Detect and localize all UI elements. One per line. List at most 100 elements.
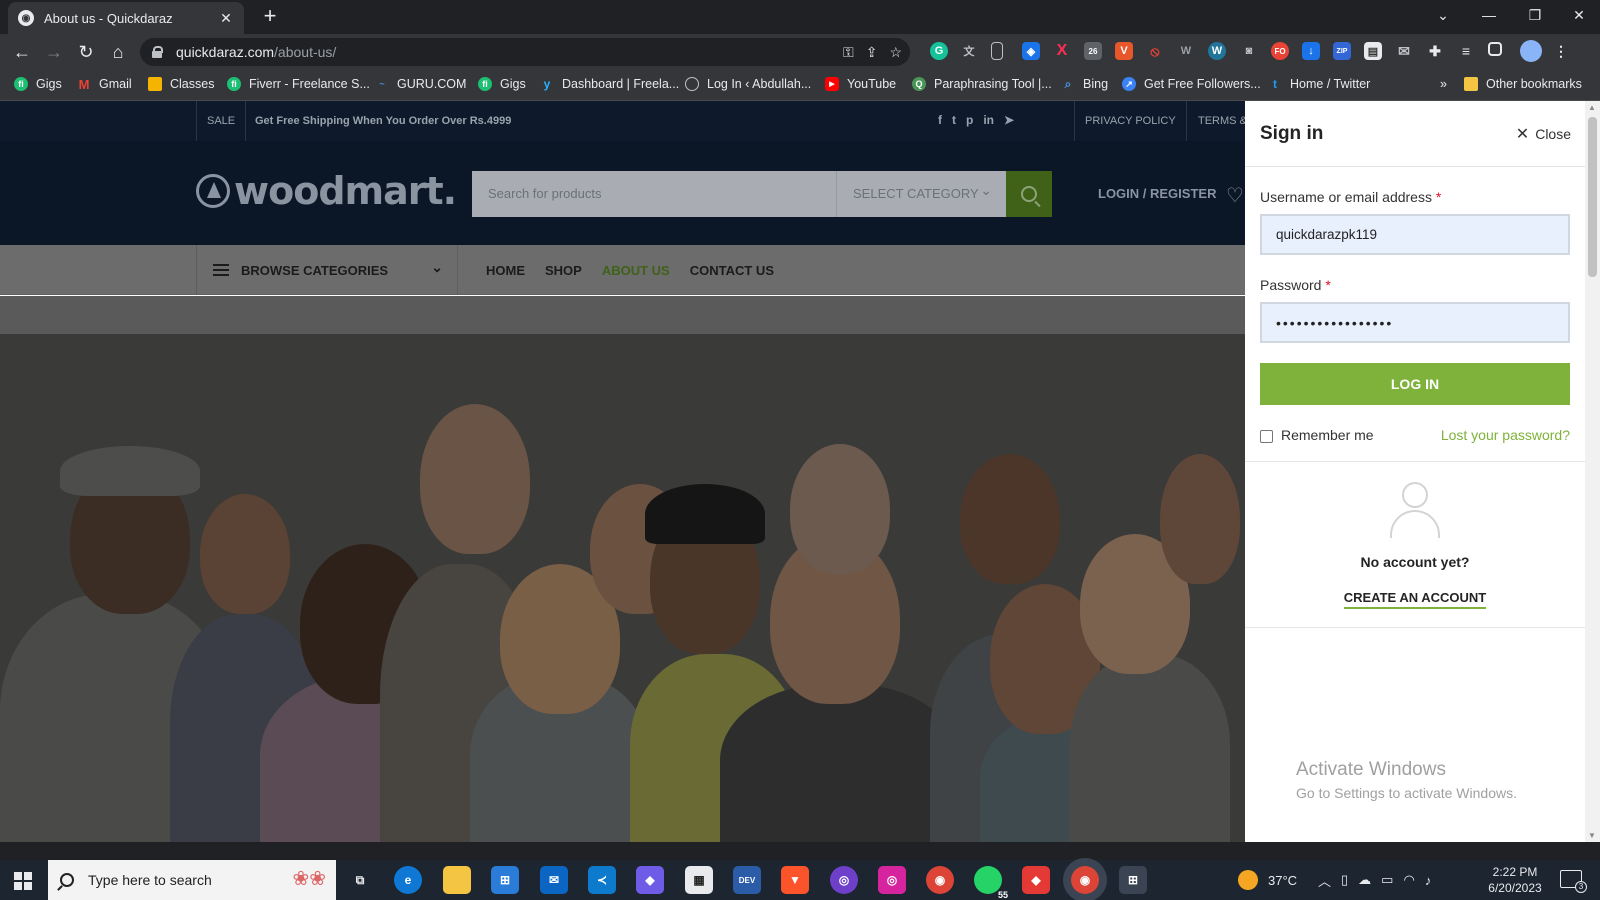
badge-extension-icon[interactable]: 26 xyxy=(1084,42,1102,60)
whatsapp-icon[interactable]: 55 xyxy=(974,866,1010,900)
anydesk-icon[interactable]: ◆ xyxy=(1022,866,1050,894)
device-icon[interactable]: ▯ xyxy=(1341,872,1348,888)
bookmark-gigs[interactable]: fi Gigs xyxy=(14,77,62,91)
block-extension-icon[interactable]: ⦸ xyxy=(1146,42,1164,60)
github-icon[interactable]: ◎ xyxy=(830,866,858,894)
lock-icon[interactable] xyxy=(152,46,163,58)
search-input[interactable]: Search for products xyxy=(472,171,836,217)
bookmark-youtube[interactable]: ▶ YouTube xyxy=(825,77,896,91)
bookmark-bing[interactable]: ⌕ Bing xyxy=(1061,77,1108,92)
grammarly-extension-icon[interactable]: G xyxy=(930,42,948,60)
file-explorer-icon[interactable] xyxy=(443,866,471,894)
menu-about-us[interactable]: ABOUT US xyxy=(602,263,670,278)
tab-close-icon[interactable]: ✕ xyxy=(218,10,234,27)
bookmark-followers[interactable]: ↗ Get Free Followers... xyxy=(1122,77,1261,91)
brave-icon[interactable]: ▼ xyxy=(781,866,809,894)
mail-icon[interactable]: ✉ xyxy=(540,866,568,894)
privacy-policy-link[interactable]: PRIVACY POLICY xyxy=(1074,101,1187,141)
telegram-icon[interactable]: ➤ xyxy=(1004,113,1014,127)
scroll-up-arrow-icon[interactable]: ▲ xyxy=(1588,103,1596,112)
chrome-active-icon[interactable]: ◉ xyxy=(1071,866,1099,894)
edge-icon[interactable]: e xyxy=(394,866,422,894)
linkedin-icon[interactable]: in xyxy=(983,113,994,127)
windows-start-icon[interactable] xyxy=(14,872,32,890)
scroll-down-arrow-icon[interactable]: ▼ xyxy=(1588,831,1596,840)
profile-avatar[interactable] xyxy=(1520,40,1542,62)
key-icon[interactable]: ⚿ xyxy=(843,44,854,61)
ve-extension-icon[interactable]: V xyxy=(1115,42,1133,60)
address-bar[interactable]: quickdaraz.com /about-us/ ⚿ ⇪ ☆ xyxy=(140,38,910,66)
app-icon[interactable]: ◆ xyxy=(636,866,664,894)
remember-me-checkbox[interactable] xyxy=(1260,429,1273,443)
phone-extension-icon[interactable] xyxy=(991,42,1003,60)
zip-extension-icon[interactable]: ZIP xyxy=(1333,42,1351,60)
battery-icon[interactable]: ▭ xyxy=(1381,872,1393,888)
bookmark-paraphrasing[interactable]: Q Paraphrasing Tool |... xyxy=(912,77,1052,91)
instagram-icon[interactable]: ◎ xyxy=(878,866,906,894)
bookmark-star-icon[interactable]: ☆ xyxy=(889,44,902,61)
tray-chevron-up-icon[interactable]: ︿ xyxy=(1318,871,1331,890)
wordpress-extension-icon[interactable]: W xyxy=(1208,42,1226,60)
cloud-icon[interactable]: ☁ xyxy=(1358,872,1371,888)
new-tab-button[interactable]: + xyxy=(258,5,282,29)
x-extension-icon[interactable]: X xyxy=(1053,42,1071,60)
password-field[interactable]: ••••••••••••••••• xyxy=(1260,302,1570,343)
bookmark-login-abdullah[interactable]: Log In ‹ Abdullah... xyxy=(685,77,811,91)
clock[interactable]: 2:22 PM 6/20/2023 xyxy=(1480,864,1550,896)
remember-me[interactable]: Remember me xyxy=(1260,427,1374,443)
mail-extension-icon[interactable]: ✉ xyxy=(1395,42,1413,60)
vscode-icon[interactable]: ≺ xyxy=(588,866,616,894)
browse-categories-button[interactable]: BROWSE CATEGORIES ⌄ xyxy=(196,245,458,295)
minimize-button[interactable]: — xyxy=(1466,0,1512,30)
fo-extension-icon[interactable]: FO xyxy=(1271,42,1289,60)
notes-extension-icon[interactable]: ▤ xyxy=(1364,42,1382,60)
bookmarks-overflow-icon[interactable]: » xyxy=(1440,77,1447,91)
wishlist-heart-icon[interactable]: ♡ xyxy=(1226,183,1244,208)
microsoft-store-icon[interactable]: ⊞ xyxy=(491,866,519,894)
login-register-link[interactable]: LOGIN / REGISTER xyxy=(1098,186,1216,201)
pinterest-icon[interactable]: p xyxy=(966,113,973,127)
bookmark-classes[interactable]: Classes xyxy=(148,77,214,91)
reload-icon[interactable]: ↻ xyxy=(74,40,98,64)
site-logo[interactable]: woodmart. xyxy=(196,169,457,213)
category-select[interactable]: SELECT CATEGORY xyxy=(836,167,1006,217)
bookmark-fiverr[interactable]: fi Fiverr - Freelance S... xyxy=(227,77,370,91)
volume-icon[interactable]: ♪ xyxy=(1425,873,1432,888)
network-app-icon[interactable]: ⊞ xyxy=(1119,866,1147,894)
extensions-puzzle-icon[interactable]: ✚ xyxy=(1426,42,1444,60)
login-button[interactable]: LOG IN xyxy=(1260,363,1570,405)
create-account-link[interactable]: CREATE AN ACCOUNT xyxy=(1343,590,1487,609)
taskbar-search[interactable]: Type here to search ❀❀ xyxy=(48,860,336,900)
bookmark-gmail[interactable]: M Gmail xyxy=(77,77,132,92)
chrome-menu-icon[interactable]: ⋮ xyxy=(1552,42,1570,60)
camera-extension-icon[interactable]: ◙ xyxy=(1240,42,1258,60)
notification-center-icon[interactable]: 3 xyxy=(1560,870,1587,893)
reading-list-icon[interactable]: ≡ xyxy=(1457,42,1475,60)
menu-shop[interactable]: SHOP xyxy=(545,263,582,278)
task-view-icon[interactable]: ⧉ xyxy=(346,866,374,894)
username-field[interactable]: quickdarazpk119 xyxy=(1260,214,1570,255)
back-arrow-icon[interactable]: ← xyxy=(10,40,34,64)
dev-icon[interactable]: DEV xyxy=(733,866,761,894)
twitter-icon[interactable]: t xyxy=(952,113,956,127)
game-icon[interactable]: ▦ xyxy=(685,866,713,894)
wifi-icon[interactable]: ◠ xyxy=(1403,872,1414,888)
shield-extension-icon[interactable]: ◈ xyxy=(1022,42,1040,60)
search-button[interactable] xyxy=(1006,171,1052,217)
bookmark-gigs-2[interactable]: fi Gigs xyxy=(478,77,526,91)
tab-search-chevron-icon[interactable]: ⌄ xyxy=(1420,0,1466,30)
home-icon[interactable]: ⌂ xyxy=(106,40,130,64)
bookmark-twitter[interactable]: t Home / Twitter xyxy=(1268,77,1370,91)
share-icon[interactable]: ⇪ xyxy=(866,44,878,61)
menu-home[interactable]: HOME xyxy=(486,263,525,278)
side-panel-icon[interactable] xyxy=(1488,42,1502,56)
browser-tab-active[interactable]: ◉ About us - Quickdaraz ✕ xyxy=(8,2,244,34)
menu-contact-us[interactable]: CONTACT US xyxy=(690,263,774,278)
download-extension-icon[interactable]: ↓ xyxy=(1302,42,1320,60)
translate-extension-icon[interactable]: 文 xyxy=(960,42,978,60)
bookmark-dashboard[interactable]: y Dashboard | Freela... xyxy=(540,77,680,91)
restore-button[interactable]: ❐ xyxy=(1512,0,1558,30)
close-button[interactable]: ✕ Close xyxy=(1516,124,1571,144)
bookmark-guru[interactable]: ~ GURU.COM xyxy=(375,77,466,91)
other-bookmarks[interactable]: Other bookmarks xyxy=(1464,77,1582,91)
